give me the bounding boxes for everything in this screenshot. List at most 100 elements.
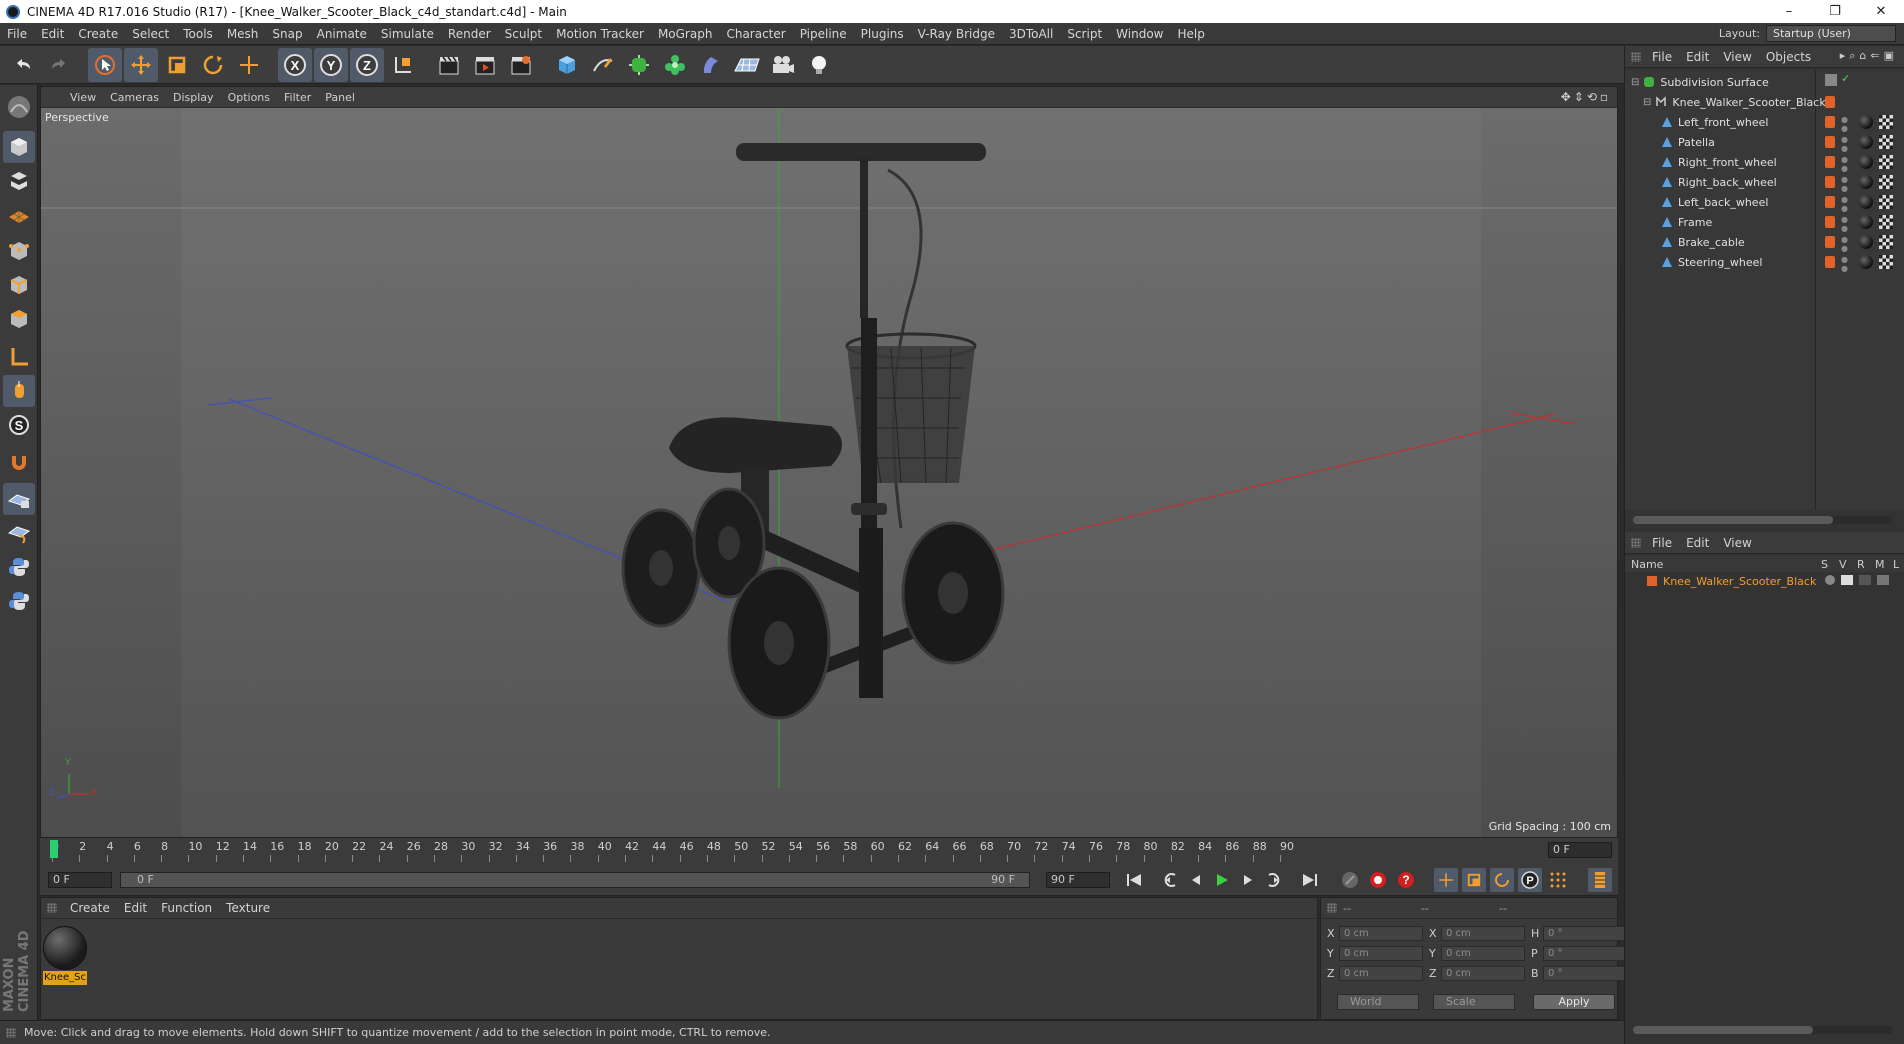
- perspective-viewport[interactable]: Perspective Y X Z Grid Spacing: 100 cm: [41, 108, 1617, 837]
- keyframe-selection-button[interactable]: ?: [1394, 868, 1418, 892]
- add-spline-button[interactable]: [586, 48, 620, 82]
- autokeying-button[interactable]: [1366, 868, 1390, 892]
- edges-mode-button[interactable]: [3, 269, 35, 301]
- collapse-toggle-icon[interactable]: ⊟: [1643, 97, 1651, 108]
- recent-tool-button[interactable]: [232, 48, 266, 82]
- add-floor-button[interactable]: [730, 48, 764, 82]
- menu-create[interactable]: Create: [71, 27, 125, 41]
- apply-button[interactable]: Apply: [1533, 994, 1615, 1010]
- material-tag-icon[interactable]: [1859, 235, 1873, 249]
- visibility-dots-icon[interactable]: ●●: [1840, 215, 1849, 233]
- redo-button[interactable]: [42, 48, 76, 82]
- record-active-objects-button[interactable]: [1338, 868, 1362, 892]
- material-menu-edit[interactable]: Edit: [117, 901, 154, 915]
- go-to-end-button[interactable]: [1298, 868, 1322, 892]
- y-axis-lock-button[interactable]: Y: [314, 47, 348, 82]
- timeline-playhead[interactable]: [50, 840, 58, 858]
- visibility-dots-icon[interactable]: ●●: [1840, 255, 1849, 273]
- viewport-menu-cameras[interactable]: Cameras: [103, 91, 166, 104]
- model-mode-button[interactable]: [3, 131, 35, 163]
- minimize-button[interactable]: –: [1766, 0, 1812, 23]
- live-selection-button[interactable]: [88, 47, 122, 82]
- start-frame-field[interactable]: 0 F: [48, 872, 112, 888]
- material-menu-texture[interactable]: Texture: [219, 901, 277, 915]
- edit-state-icon[interactable]: [1825, 74, 1837, 86]
- layout-select[interactable]: Startup (User): [1766, 25, 1896, 42]
- menu-character[interactable]: Character: [719, 27, 792, 41]
- visibility-dots-icon[interactable]: ●●: [1840, 235, 1849, 253]
- manager-toggle-icon[interactable]: [1877, 575, 1889, 585]
- points-mode-button[interactable]: [3, 235, 35, 267]
- preview-range-slider[interactable]: 0 F 90 F: [120, 872, 1030, 888]
- visibility-dots-icon[interactable]: ●●: [1840, 195, 1849, 213]
- layer-color-tag[interactable]: [1825, 196, 1835, 208]
- panel-grip[interactable]: [6, 1028, 16, 1038]
- uvw-tag-icon[interactable]: [1879, 155, 1893, 169]
- close-button[interactable]: ✕: [1858, 0, 1904, 23]
- edit-render-settings-button[interactable]: [504, 48, 538, 82]
- render-picture-viewer-button[interactable]: [468, 48, 502, 82]
- layer-row[interactable]: Knee_Walker_Scooter_Black: [1625, 572, 1904, 590]
- viewport-menu-panel[interactable]: Panel: [318, 91, 362, 104]
- viewport-menu-view[interactable]: View: [63, 91, 103, 104]
- grid-snap-button[interactable]: [3, 483, 35, 515]
- workplane-mode-button[interactable]: [3, 199, 35, 231]
- add-deformer-button[interactable]: [694, 48, 728, 82]
- next-key-button[interactable]: [1262, 868, 1286, 892]
- python-script-button[interactable]: [3, 551, 35, 583]
- size-x-field[interactable]: 0 cm: [1441, 925, 1525, 941]
- material-tag-icon[interactable]: [1859, 255, 1873, 269]
- move-tool-button[interactable]: [124, 47, 158, 82]
- rot-p-field[interactable]: 0 °: [1543, 945, 1627, 961]
- panel-grip[interactable]: [1327, 903, 1337, 913]
- layer-color-tag[interactable]: [1825, 176, 1835, 188]
- key-parameter-button[interactable]: P: [1518, 868, 1542, 892]
- menu-file[interactable]: File: [0, 27, 34, 41]
- rotate-tool-button[interactable]: [196, 48, 230, 82]
- uvw-tag-icon[interactable]: [1879, 235, 1893, 249]
- add-mograph-button[interactable]: [658, 48, 692, 82]
- add-cube-button[interactable]: [550, 48, 584, 82]
- menu-render[interactable]: Render: [441, 27, 498, 41]
- panel-grip[interactable]: [1631, 538, 1641, 548]
- panel-grip[interactable]: [1631, 52, 1641, 62]
- visibility-dots-icon[interactable]: ●●: [1840, 155, 1849, 173]
- uvw-tag-icon[interactable]: [1879, 215, 1893, 229]
- timeline-ruler[interactable]: 0246810121416182022242628303234363840424…: [40, 838, 1618, 864]
- solo-toggle-icon[interactable]: [1825, 575, 1835, 585]
- menu-sculpt[interactable]: Sculpt: [498, 27, 549, 41]
- layer-color-tag[interactable]: [1825, 256, 1835, 268]
- material-tag-icon[interactable]: [1859, 215, 1873, 229]
- layer-color-tag[interactable]: [1825, 236, 1835, 248]
- visibility-dots-icon[interactable]: ●●: [1840, 115, 1849, 133]
- previous-key-button[interactable]: [1158, 868, 1182, 892]
- python-script-2-button[interactable]: [3, 585, 35, 617]
- magnet-button[interactable]: [3, 447, 35, 479]
- menu-edit[interactable]: Edit: [34, 27, 71, 41]
- material-tag-icon[interactable]: [1859, 115, 1873, 129]
- menu-snap[interactable]: Snap: [265, 27, 309, 41]
- render-view-button[interactable]: [432, 48, 466, 82]
- next-frame-button[interactable]: [1236, 868, 1260, 892]
- layer-color-tag[interactable]: [1825, 96, 1835, 108]
- axis-mode-button[interactable]: [3, 341, 35, 373]
- size-z-field[interactable]: 0 cm: [1441, 965, 1525, 981]
- x-axis-lock-button[interactable]: X: [278, 47, 312, 82]
- layer-color-tag[interactable]: [1825, 136, 1835, 148]
- add-generator-button[interactable]: [622, 48, 656, 82]
- uvw-tag-icon[interactable]: [1879, 175, 1893, 189]
- size-mode-select[interactable]: Scale: [1433, 994, 1515, 1010]
- tweak-mode-button[interactable]: [3, 375, 35, 407]
- material-tag-icon[interactable]: [1859, 175, 1873, 189]
- end-frame-field[interactable]: 90 F: [1046, 872, 1110, 888]
- menu-mograph[interactable]: MoGraph: [651, 27, 720, 41]
- make-editable-button[interactable]: [3, 91, 35, 123]
- collapse-toggle-icon[interactable]: ⊟: [1631, 77, 1639, 88]
- object-menu-view[interactable]: View: [1716, 50, 1758, 64]
- menu-motion-tracker[interactable]: Motion Tracker: [549, 27, 651, 41]
- solo-grid-button[interactable]: [3, 517, 35, 549]
- menu-help[interactable]: Help: [1170, 27, 1211, 41]
- layer-menu-file[interactable]: File: [1645, 536, 1679, 550]
- layer-menu-view[interactable]: View: [1716, 536, 1758, 550]
- object-manager-scrollbar[interactable]: [1633, 516, 1893, 524]
